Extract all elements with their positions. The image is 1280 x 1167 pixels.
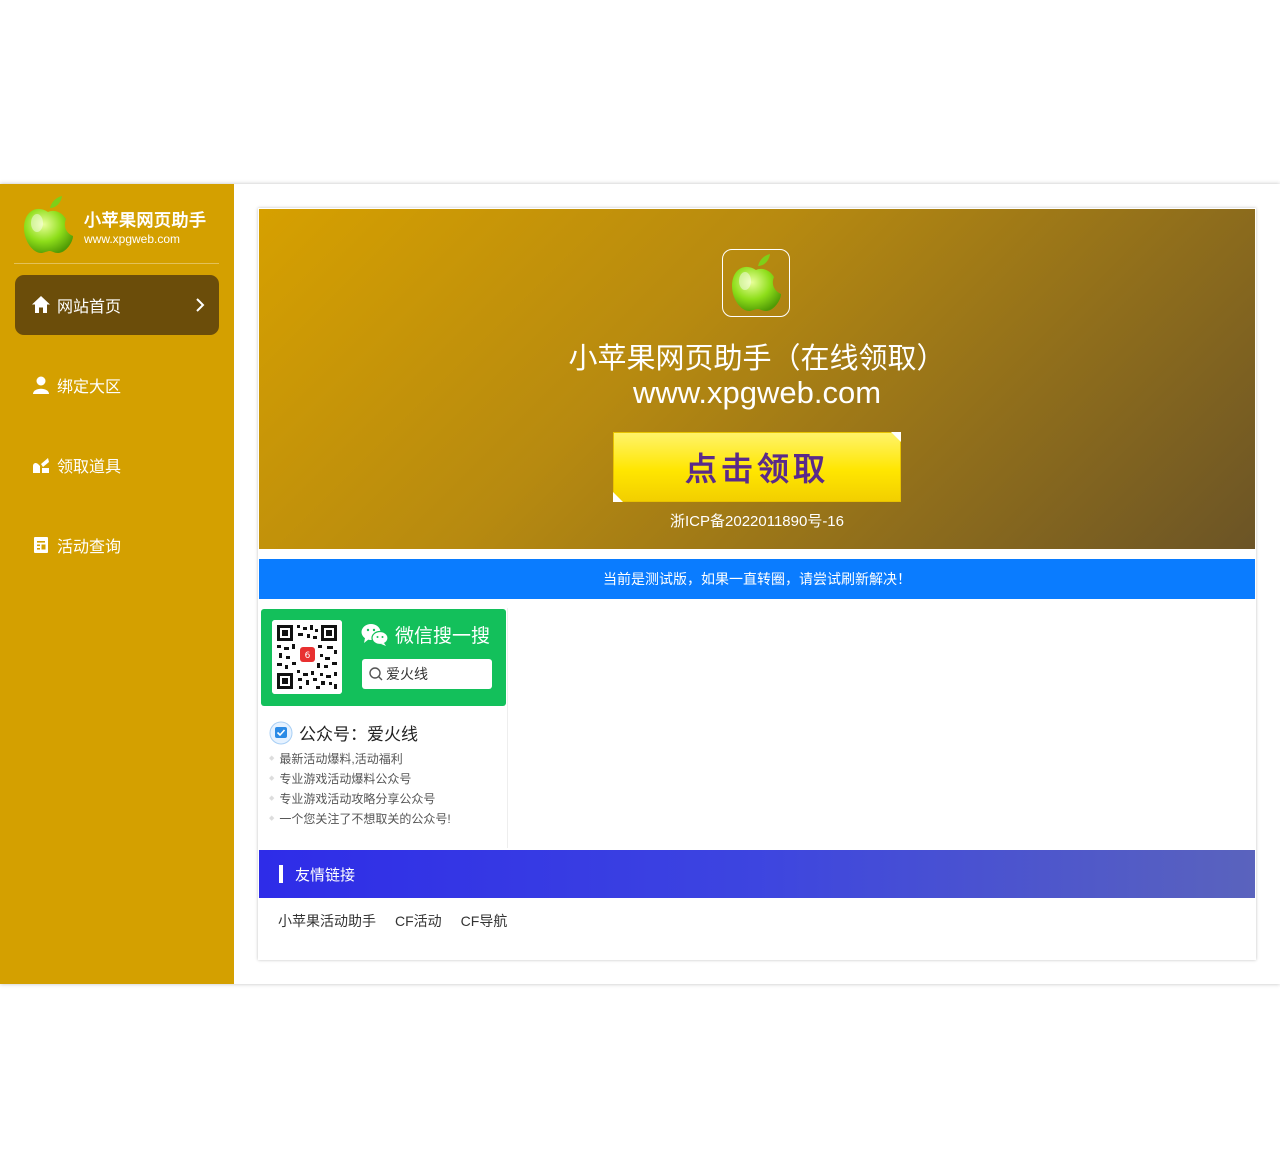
hero-title: 小苹果网页助手（在线领取） <box>568 343 946 375</box>
nav-item-activity-query[interactable]: 活动查询 <box>15 515 219 575</box>
user-icon <box>31 375 51 395</box>
wechat-search-query: 爱火线 <box>386 666 428 682</box>
nav-item-claim-items[interactable]: 领取道具 <box>15 435 219 495</box>
app-window: 小苹果网页助手 www.xpgweb.com 网站首页 绑定大区 领取道具 活动… <box>0 184 1280 984</box>
nav-item-home[interactable]: 网站首页 <box>15 275 219 335</box>
wechat-search-banner: 6 微信搜一搜 爱火线 <box>261 609 506 706</box>
wechat-search-box[interactable]: 爱火线 <box>362 659 492 689</box>
app-icon <box>722 249 790 317</box>
svg-text:6: 6 <box>305 651 311 661</box>
wechat-card: 6 微信搜一搜 爱火线 公众号：爱火线 ◆ 最新活动爆料,活动福利 ◆ 专业游戏… <box>259 608 508 848</box>
nav-label: 网站首页 <box>57 299 122 316</box>
divider <box>14 263 219 264</box>
brand-url: www.xpgweb.com <box>84 232 181 246</box>
gift-icon <box>31 455 51 475</box>
nav-label: 领取道具 <box>57 459 122 476</box>
wechat-search-text: 微信搜一搜 <box>395 626 491 647</box>
list-item: 一个您关注了不想取关的公众号! <box>269 809 450 829</box>
hero-url: www.xpgweb.com <box>632 375 882 410</box>
wechat-search-label: 微信搜一搜 <box>361 621 490 648</box>
icp-link[interactable]: 浙ICP备2022011890号-16 <box>259 510 1255 531</box>
apple-logo-icon <box>732 254 781 312</box>
home-icon <box>31 295 51 315</box>
brand[interactable]: 小苹果网页助手 www.xpgweb.com <box>22 194 222 256</box>
feature-list: 最新活动爆料,活动福利 专业游戏活动爆料公众号 专业游戏活动攻略分享公众号 一个… <box>269 749 451 829</box>
claim-button[interactable]: 点击领取 <box>613 432 901 502</box>
nav-item-bind-region[interactable]: 绑定大区 <box>15 355 219 415</box>
header-accent <box>279 865 283 883</box>
nav-label: 活动查询 <box>57 539 122 556</box>
search-icon <box>369 667 383 681</box>
hero-banner: 小苹果网页助手（在线领取） www.xpgweb.com 点击领取 浙ICP备2… <box>259 209 1255 549</box>
notice-banner: 当前是测试版，如果一直转圈，请尝试刷新解决！ <box>259 559 1255 599</box>
friend-links: 小苹果活动助手 CF活动 CF导航 <box>278 911 526 931</box>
friend-link[interactable]: CF活动 <box>395 911 442 931</box>
chevron-right-icon <box>196 298 205 312</box>
friend-link[interactable]: CF导航 <box>461 911 508 931</box>
apple-logo-icon <box>24 196 73 254</box>
verified-icon <box>269 721 293 744</box>
friend-link[interactable]: 小苹果活动助手 <box>278 911 376 931</box>
official-account-name: 公众号：爱火线 <box>299 725 418 744</box>
friend-links-title: 友情链接 <box>295 866 356 884</box>
list-item: 专业游戏活动爆料公众号 <box>269 769 451 789</box>
nav-label: 绑定大区 <box>57 379 122 396</box>
document-icon <box>31 535 51 555</box>
qr-code: 6 <box>272 620 342 694</box>
list-item: 专业游戏活动攻略分享公众号 <box>269 789 451 809</box>
wechat-icon <box>361 623 389 646</box>
sidebar: 小苹果网页助手 www.xpgweb.com 网站首页 绑定大区 领取道具 活动… <box>0 184 234 984</box>
friend-links-header: 友情链接 <box>259 850 1255 898</box>
official-account: 公众号：爱火线 <box>269 720 418 745</box>
list-item: 最新活动爆料,活动福利 <box>269 749 451 769</box>
main-content: 小苹果网页助手（在线领取） www.xpgweb.com 点击领取 浙ICP备2… <box>258 208 1256 960</box>
brand-name: 小苹果网页助手 <box>84 211 207 230</box>
